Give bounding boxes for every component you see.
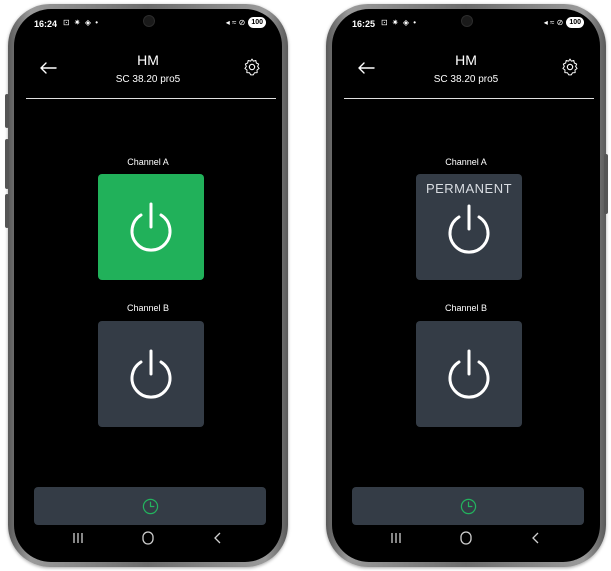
back-icon (532, 532, 539, 544)
signal-icons: ◂ ≈ ⊘ (225, 18, 246, 27)
home-icon (142, 531, 154, 545)
channel-b-power-button[interactable] (416, 321, 522, 427)
channel-a-label: Channel A (127, 157, 169, 167)
notification-icons: ⊡ ✷ ◈ • (381, 18, 418, 27)
timer-button[interactable] (34, 487, 266, 525)
header-divider (26, 98, 276, 99)
signal-icons: ◂ ≈ ⊘ (543, 18, 564, 27)
battery-badge: 100 (566, 17, 584, 28)
side-button (5, 194, 9, 228)
channel-b-label: Channel B (126, 303, 170, 313)
status-right: ◂ ≈ ⊘ 100 (226, 17, 266, 28)
gear-icon[interactable] (560, 57, 580, 77)
system-back-button[interactable] (522, 528, 550, 548)
back-icon (214, 532, 221, 544)
channel-a-label: Channel A (445, 157, 487, 167)
system-nav-bar (14, 528, 282, 548)
power-icon (448, 349, 490, 399)
clock-icon (460, 498, 477, 515)
header-divider (344, 98, 594, 99)
status-right: ◂ ≈ ⊘ 100 (544, 17, 584, 28)
phone-screen: 16:25 ⊡ ✷ ◈ • ◂ ≈ ⊘ 100 HM SC 38.20 pro5… (332, 9, 600, 562)
recent-apps-icon (73, 533, 83, 543)
battery-badge: 100 (248, 17, 266, 28)
channel-a-power-button[interactable]: PERMANENT (416, 174, 522, 280)
phone-screen: 16:24 ⊡ ✷ ◈ • ◂ ≈ ⊘ 100 HM SC 38.20 pro5… (14, 9, 282, 562)
home-button[interactable] (134, 528, 162, 548)
recent-apps-icon (391, 533, 401, 543)
notification-icons: ⊡ ✷ ◈ • (63, 18, 100, 27)
status-time: 16:24 (34, 19, 58, 29)
power-icon (130, 349, 172, 399)
channel-b-power-button[interactable] (98, 321, 204, 427)
timer-button[interactable] (352, 487, 584, 525)
gear-icon[interactable] (242, 57, 262, 77)
front-camera (143, 15, 155, 27)
power-icon (130, 202, 172, 252)
channel-b-label: Channel B (444, 303, 488, 313)
channel-a-power-button[interactable] (98, 174, 204, 280)
system-back-button[interactable] (204, 528, 232, 548)
recent-apps-button[interactable] (382, 528, 410, 548)
phone-frame-left: 16:24 ⊡ ✷ ◈ • ◂ ≈ ⊘ 100 HM SC 38.20 pro5… (5, 4, 288, 567)
home-button[interactable] (452, 528, 480, 548)
front-camera (461, 15, 473, 27)
power-icon (448, 204, 490, 254)
volume-button (5, 139, 9, 189)
phone-frame-right: 16:25 ⊡ ✷ ◈ • ◂ ≈ ⊘ 100 HM SC 38.20 pro5… (326, 4, 608, 567)
recent-apps-button[interactable] (64, 528, 92, 548)
system-nav-bar (332, 528, 600, 548)
power-side-button (604, 154, 608, 214)
permanent-badge: PERMANENT (425, 181, 513, 196)
status-time: 16:25 (352, 19, 376, 29)
home-icon (460, 531, 472, 545)
clock-icon (142, 498, 159, 515)
volume-button (5, 94, 9, 128)
